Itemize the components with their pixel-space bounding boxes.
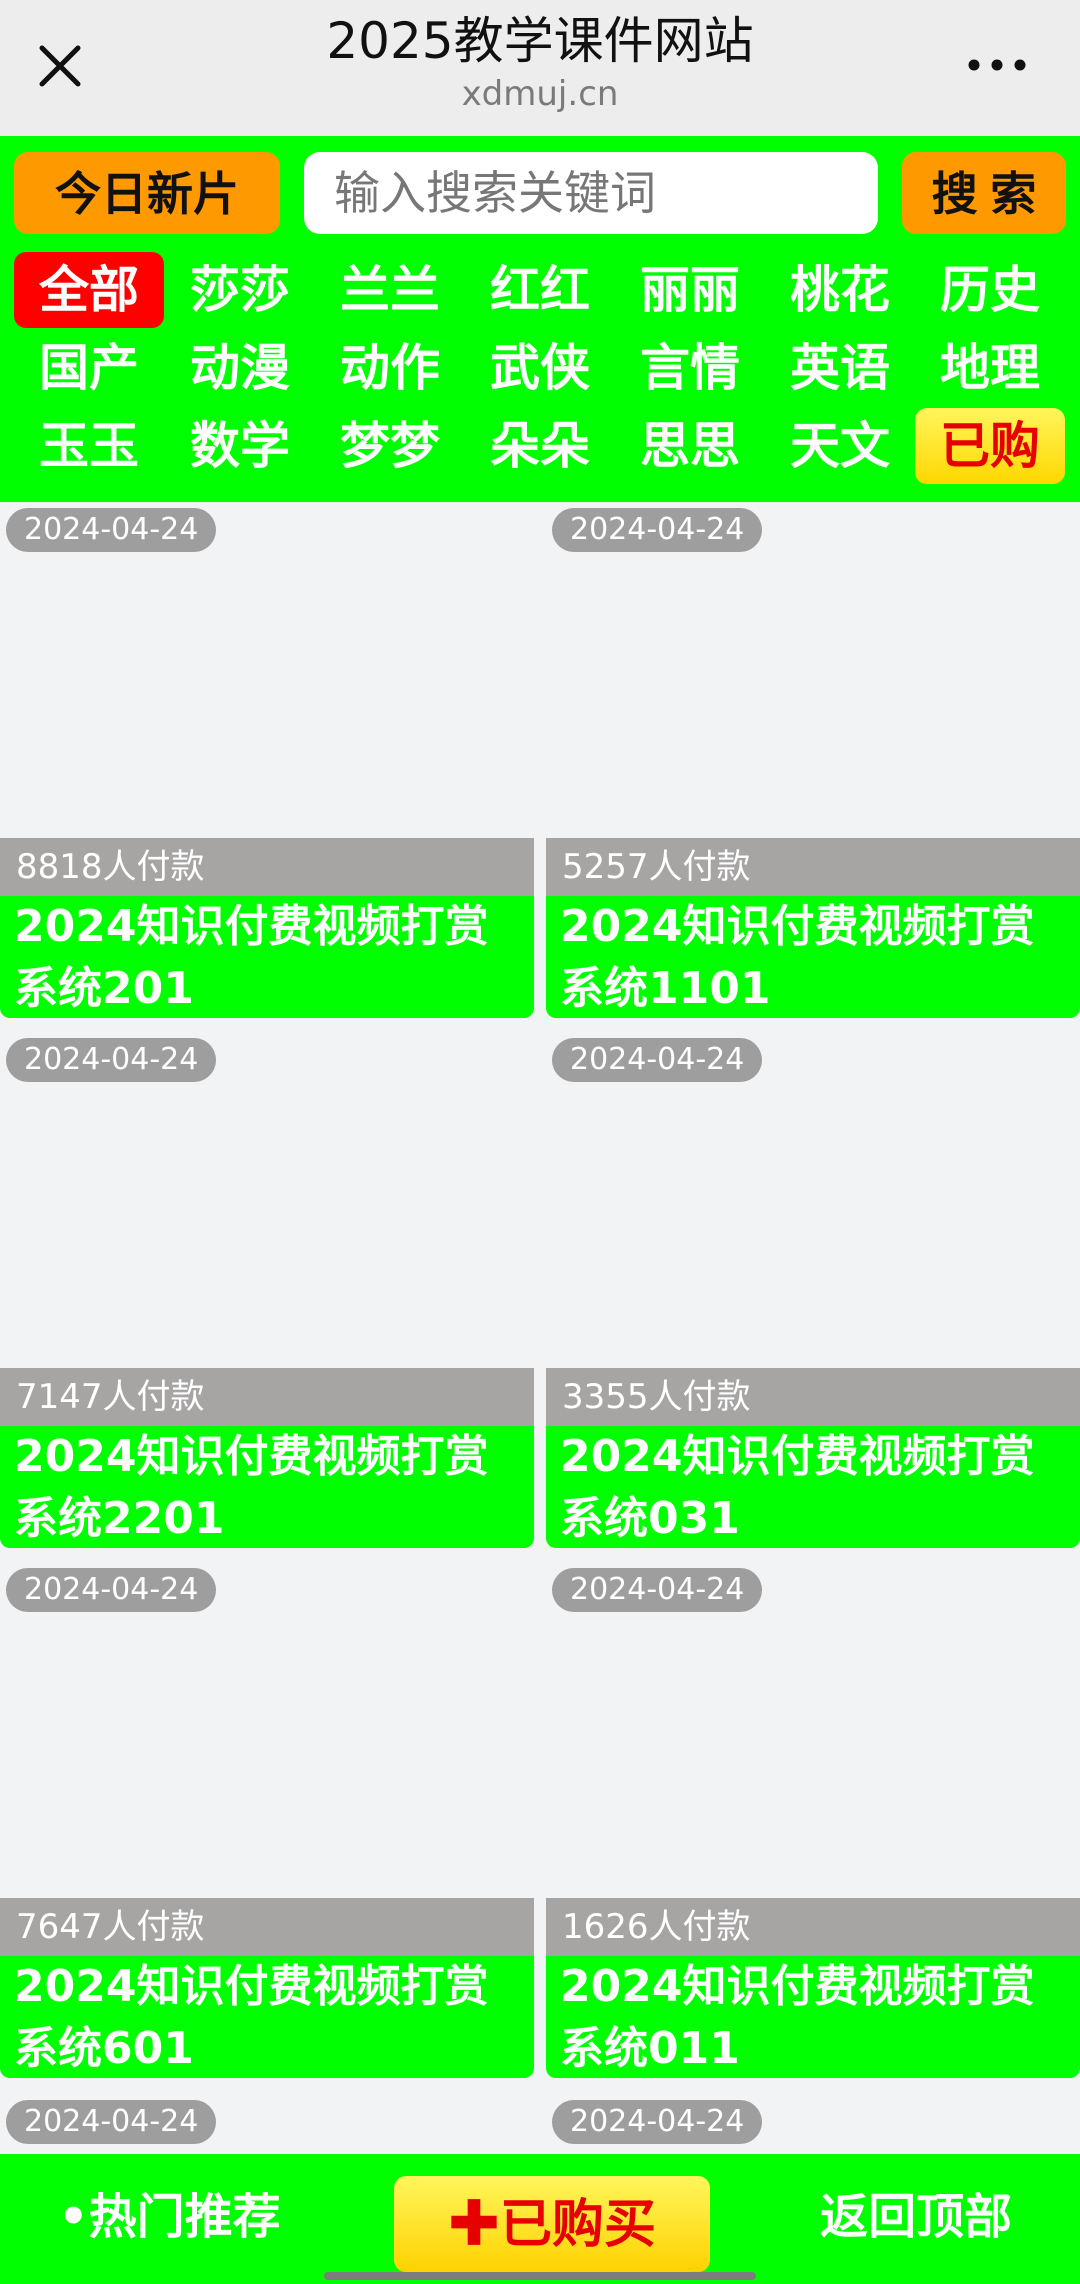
category-item[interactable]: 丽丽 bbox=[615, 252, 765, 328]
category-item[interactable]: 历史 bbox=[915, 252, 1065, 328]
category-all[interactable]: 全部 bbox=[14, 252, 164, 328]
video-card[interactable]: 2024-04-24 7147人付款 2024知识付费视频打赏系统2201 bbox=[0, 1032, 534, 1548]
category-item[interactable]: 兰兰 bbox=[315, 252, 465, 328]
video-card[interactable]: 2024-04-24 8818人付款 2024知识付费视频打赏系统201 bbox=[0, 502, 534, 1018]
card-title: 2024知识付费视频打赏系统2201 bbox=[0, 1426, 534, 1548]
page-title: 2025教学课件网站 bbox=[326, 12, 754, 70]
hot-recommend-link[interactable]: •热门推荐 bbox=[58, 2182, 281, 2252]
category-item[interactable]: 朵朵 bbox=[465, 408, 615, 484]
card-title: 2024知识付费视频打赏系统031 bbox=[546, 1426, 1080, 1548]
search-input[interactable] bbox=[304, 152, 878, 234]
category-item[interactable]: 动作 bbox=[315, 330, 465, 406]
date-badge: 2024-04-24 bbox=[6, 2100, 217, 2144]
date-badge: 2024-04-24 bbox=[552, 508, 763, 552]
category-item[interactable]: 动漫 bbox=[165, 330, 315, 406]
payers-count: 8818人付款 bbox=[0, 838, 534, 896]
video-card[interactable]: 2024-04-24 5257人付款 2024知识付费视频打赏系统1101 bbox=[546, 502, 1080, 1018]
bottom-action-bar: •热门推荐 ✚已购买 返回顶部 bbox=[0, 2154, 1080, 2284]
payers-count: 7647人付款 bbox=[0, 1898, 534, 1956]
video-card[interactable]: 2024-04-24 1626人付款 2024知识付费视频打赏系统011 bbox=[546, 1562, 1080, 2078]
category-item[interactable]: 思思 bbox=[615, 408, 765, 484]
category-bought[interactable]: 已购 bbox=[915, 408, 1065, 484]
category-item[interactable]: 桃花 bbox=[765, 252, 915, 328]
category-item[interactable]: 莎莎 bbox=[165, 252, 315, 328]
date-badge: 2024-04-24 bbox=[6, 1038, 217, 1082]
video-card[interactable]: 2024-04-24 3355人付款 2024知识付费视频打赏系统031 bbox=[546, 1032, 1080, 1548]
category-item[interactable]: 数学 bbox=[165, 408, 315, 484]
payers-count: 1626人付款 bbox=[546, 1898, 1080, 1956]
category-item[interactable]: 言情 bbox=[615, 330, 765, 406]
search-button[interactable]: 搜 索 bbox=[902, 152, 1066, 234]
payers-count: 3355人付款 bbox=[546, 1368, 1080, 1426]
header-panel: 今日新片 搜 索 全部 莎莎 兰兰 红红 丽丽 桃花 历史 国产 动漫 动作 武… bbox=[0, 136, 1080, 502]
date-badge: 2024-04-24 bbox=[552, 1038, 763, 1082]
category-item[interactable]: 国产 bbox=[14, 330, 164, 406]
date-badge: 2024-04-24 bbox=[6, 508, 217, 552]
category-item[interactable]: 梦梦 bbox=[315, 408, 465, 484]
date-badge: 2024-04-24 bbox=[552, 1568, 763, 1612]
card-title: 2024知识付费视频打赏系统011 bbox=[546, 1956, 1080, 2078]
category-item[interactable]: 玉玉 bbox=[14, 408, 164, 484]
video-card[interactable]: 2024-04-24 7647人付款 2024知识付费视频打赏系统601 bbox=[0, 1562, 534, 2078]
date-badge: 2024-04-24 bbox=[6, 1568, 217, 1612]
payers-count: 5257人付款 bbox=[546, 838, 1080, 896]
back-to-top-link[interactable]: 返回顶部 bbox=[820, 2182, 1012, 2252]
home-indicator bbox=[324, 2272, 756, 2280]
card-title: 2024知识付费视频打赏系统601 bbox=[0, 1956, 534, 2078]
category-item[interactable]: 英语 bbox=[765, 330, 915, 406]
card-title: 2024知识付费视频打赏系统201 bbox=[0, 896, 534, 1018]
category-item[interactable]: 地理 bbox=[915, 330, 1065, 406]
category-item[interactable]: 武侠 bbox=[465, 330, 615, 406]
card-title: 2024知识付费视频打赏系统1101 bbox=[546, 896, 1080, 1018]
bought-button[interactable]: ✚已购买 bbox=[394, 2176, 710, 2272]
category-item[interactable]: 红红 bbox=[465, 252, 615, 328]
payers-count: 7147人付款 bbox=[0, 1368, 534, 1426]
site-domain: xdmuj.cn bbox=[461, 74, 619, 114]
category-item[interactable]: 天文 bbox=[765, 408, 915, 484]
more-icon[interactable] bbox=[962, 40, 1032, 90]
today-new-button[interactable]: 今日新片 bbox=[14, 152, 280, 234]
top-navigation-bar: 2025教学课件网站 xdmuj.cn bbox=[0, 0, 1080, 136]
date-badge: 2024-04-24 bbox=[552, 2100, 763, 2144]
